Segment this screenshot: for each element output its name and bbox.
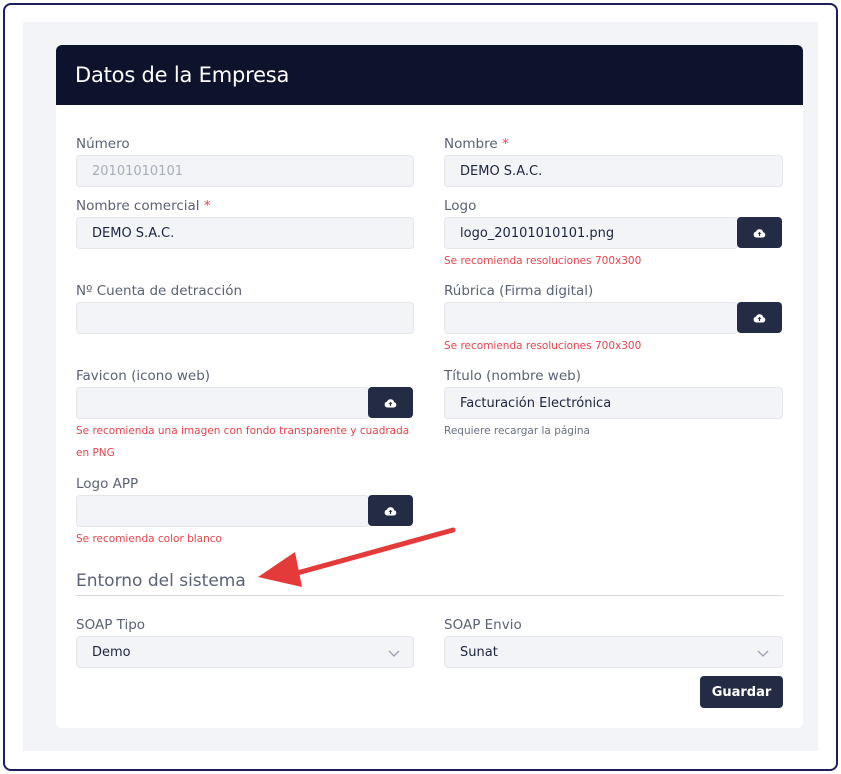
cuenta-detraccion-label: Nº Cuenta de detracción: [76, 283, 243, 299]
section-divider: [76, 595, 783, 596]
logo-label: Logo: [444, 198, 477, 214]
nombre-label: Nombre *: [444, 136, 509, 152]
rubrica-input[interactable]: [444, 302, 738, 334]
rubrica-label: Rúbrica (Firma digital): [444, 283, 594, 299]
cloud-upload-icon: [384, 398, 397, 407]
titulo-input[interactable]: Facturación Electrónica: [444, 387, 783, 419]
favicon-label: Favicon (icono web): [76, 368, 211, 384]
cloud-upload-icon: [753, 228, 766, 237]
logo-input[interactable]: logo_20101010101.png: [444, 217, 738, 249]
numero-input: 20101010101: [76, 155, 414, 187]
soap-envio-value: Sunat: [460, 644, 498, 660]
logo-app-hint: Se recomienda color blanco: [76, 533, 222, 545]
soap-envio-label: SOAP Envio: [444, 617, 522, 633]
nombre-input[interactable]: DEMO S.A.C.: [444, 155, 783, 187]
soap-tipo-value: Demo: [92, 644, 131, 660]
logo-app-input[interactable]: [76, 495, 369, 527]
save-button[interactable]: Guardar: [700, 676, 783, 708]
card-title: Datos de la Empresa: [75, 63, 290, 87]
nombre-comercial-label: Nombre comercial *: [76, 198, 211, 214]
soap-tipo-select[interactable]: Demo: [76, 636, 414, 668]
favicon-input[interactable]: [76, 387, 369, 419]
cloud-upload-icon: [753, 313, 766, 322]
soap-envio-select[interactable]: Sunat: [444, 636, 783, 668]
numero-label: Número: [76, 136, 130, 152]
section-title: Entorno del sistema: [76, 571, 246, 591]
red-arrow-annotation: [258, 527, 456, 587]
nombre-comercial-input[interactable]: DEMO S.A.C.: [76, 217, 414, 249]
chevron-down-icon: [388, 650, 400, 657]
required-mark: *: [203, 198, 211, 214]
chevron-down-icon: [757, 650, 769, 657]
card-header: Datos de la Empresa: [56, 45, 803, 105]
soap-tipo-label: SOAP Tipo: [76, 617, 146, 633]
logo-hint: Se recomienda resoluciones 700x300: [444, 255, 642, 267]
rubrica-hint: Se recomienda resoluciones 700x300: [444, 340, 642, 352]
required-mark: *: [501, 136, 509, 152]
rubrica-upload-button[interactable]: [737, 302, 782, 333]
cuenta-detraccion-input[interactable]: [76, 302, 414, 334]
favicon-upload-button[interactable]: [368, 387, 413, 418]
logo-app-label: Logo APP: [76, 476, 139, 492]
favicon-hint-line1: Se recomienda una imagen con fondo trans…: [76, 425, 410, 437]
titulo-label: Título (nombre web): [444, 368, 581, 384]
titulo-hint: Requiere recargar la página: [444, 425, 590, 437]
logo-upload-button[interactable]: [737, 217, 782, 248]
logo-app-upload-button[interactable]: [368, 495, 413, 526]
favicon-hint-line2: en PNG: [76, 447, 115, 459]
cloud-upload-icon: [384, 506, 397, 515]
